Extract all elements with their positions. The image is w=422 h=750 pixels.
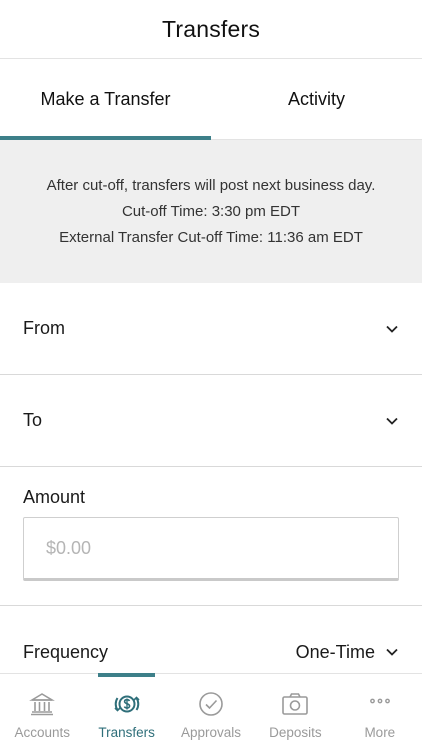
frequency-value-wrap: One-Time bbox=[296, 642, 399, 663]
tab-bar: Make a Transfer Activity bbox=[0, 59, 422, 140]
notice-line-1: After cut-off, transfers will post next … bbox=[46, 176, 376, 194]
tab-activity[interactable]: Activity bbox=[211, 59, 422, 139]
nav-approvals[interactable]: Approvals bbox=[169, 674, 253, 750]
bank-icon bbox=[29, 689, 56, 719]
notice-line-3: External Transfer Cut-off Time: 11:36 am… bbox=[59, 228, 363, 246]
more-dots-icon bbox=[367, 689, 393, 719]
to-label: To bbox=[23, 410, 43, 430]
frequency-value: One-Time bbox=[295, 641, 375, 662]
chevron-down-icon bbox=[385, 645, 399, 659]
cutoff-notice: After cut-off, transfers will post next … bbox=[0, 140, 422, 283]
check-circle-icon bbox=[198, 689, 224, 719]
nav-label: Transfers bbox=[98, 725, 155, 740]
transfer-dollar-icon bbox=[112, 689, 142, 719]
nav-more[interactable]: More bbox=[338, 674, 422, 750]
from-label: From bbox=[23, 318, 65, 338]
nav-transfers[interactable]: Transfers bbox=[84, 673, 168, 750]
amount-input[interactable] bbox=[23, 517, 399, 581]
nav-label: Approvals bbox=[180, 725, 242, 740]
chevron-down-icon bbox=[385, 414, 399, 428]
nav-deposits[interactable]: Deposits bbox=[253, 674, 337, 750]
chevron-down-icon bbox=[385, 322, 399, 336]
amount-label: Amount bbox=[23, 487, 86, 507]
app-header: Transfers bbox=[0, 0, 422, 59]
notice-line-2: Cut-off Time: 3:30 pm EDT bbox=[121, 202, 301, 220]
bottom-nav: Accounts Transfers Approvals Deposits Mo… bbox=[0, 673, 422, 750]
nav-label: Accounts bbox=[14, 725, 70, 740]
nav-accounts[interactable]: Accounts bbox=[0, 674, 84, 750]
camera-icon bbox=[281, 689, 309, 719]
page-title: Transfers bbox=[161, 15, 261, 42]
to-account-selector[interactable]: To bbox=[0, 375, 422, 467]
amount-section: Amount bbox=[0, 467, 422, 606]
nav-label: More bbox=[364, 725, 396, 740]
from-account-selector[interactable]: From bbox=[0, 283, 422, 375]
nav-label: Deposits bbox=[269, 725, 322, 740]
tab-make-a-transfer[interactable]: Make a Transfer bbox=[0, 59, 211, 140]
frequency-label: Frequency bbox=[23, 641, 109, 662]
